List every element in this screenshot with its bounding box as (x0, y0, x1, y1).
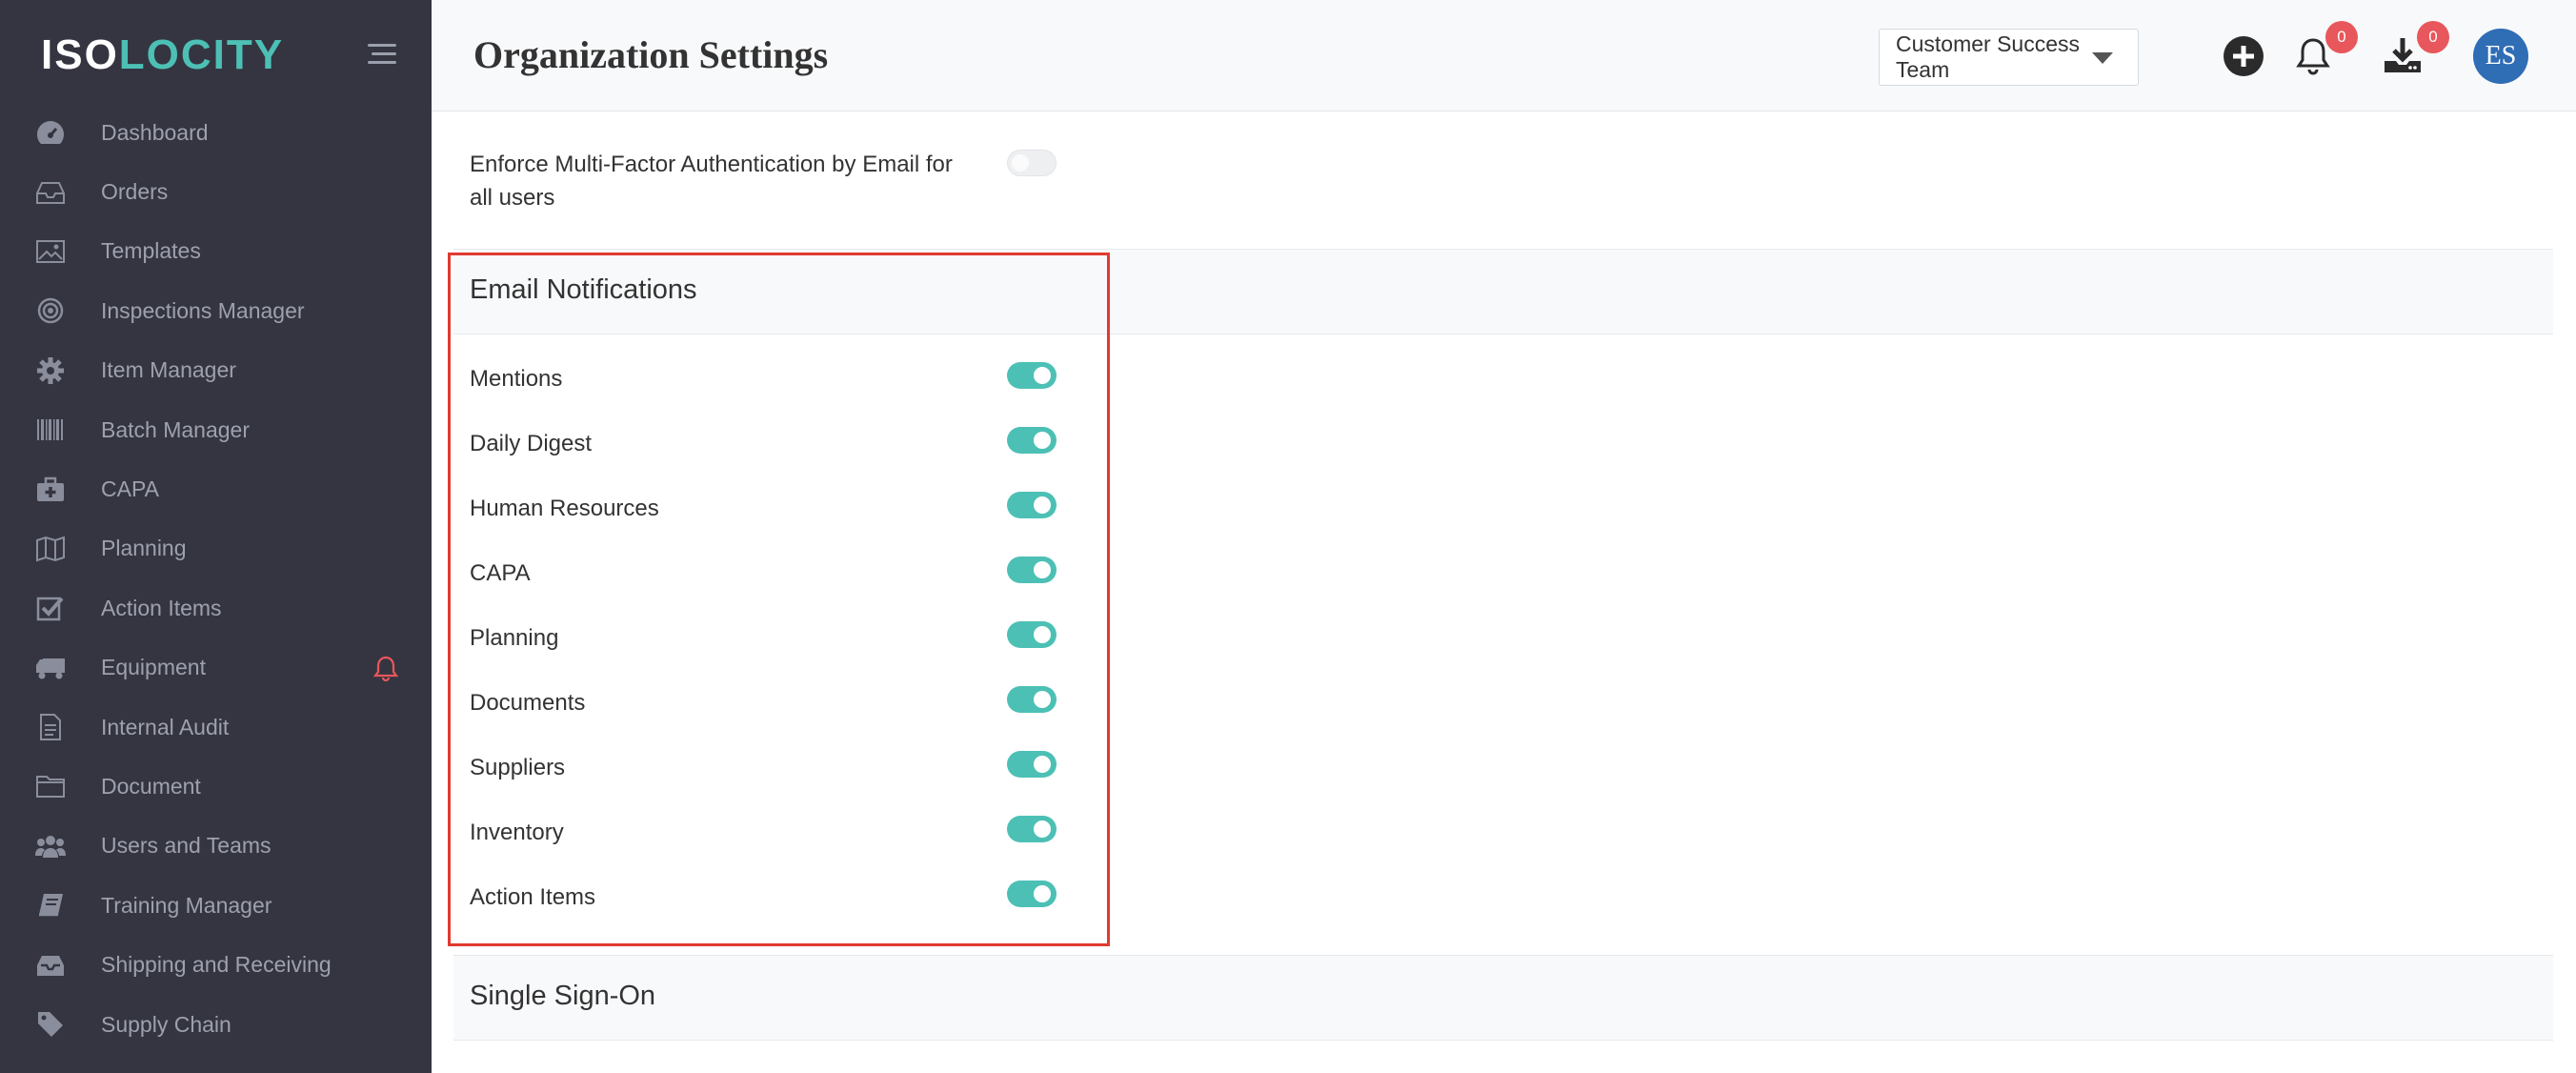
app-logo[interactable]: ISO LOCITY (41, 31, 285, 78)
sidebar-item-label: Item Manager (101, 357, 236, 383)
sidebar-item-label: Action Items (101, 595, 222, 620)
user-avatar[interactable]: ES (2473, 29, 2528, 84)
document-icon (34, 711, 67, 743)
equipment-alert-bell-icon[interactable] (372, 654, 400, 682)
inbox-icon (34, 176, 67, 209)
top-header: Organization Settings Customer Success T… (432, 0, 2576, 111)
mfa-setting-label: Enforce Multi-Factor Authentication by E… (470, 152, 953, 211)
sidebar-nav: Dashboard Orders Templates Inspections M… (0, 103, 432, 1054)
sidebar-item-equipment[interactable]: Equipment (0, 638, 432, 698)
email-notifications-list: Mentions Daily Digest Human Resources CA… (432, 353, 1098, 936)
medkit-icon (34, 474, 67, 506)
mfa-setting-row: Enforce Multi-Factor Authentication by E… (432, 111, 2576, 249)
sidebar-item-orders[interactable]: Orders (0, 162, 432, 221)
checkbox-icon (34, 592, 67, 624)
sidebar-item-inspections-manager[interactable]: Inspections Manager (0, 281, 432, 340)
sidebar-item-dashboard[interactable]: Dashboard (0, 103, 432, 162)
notification-label: Daily Digest (470, 431, 593, 456)
sidebar-item-capa[interactable]: CAPA (0, 459, 432, 518)
suppliers-toggle[interactable] (1007, 751, 1057, 778)
sidebar-item-templates[interactable]: Templates (0, 222, 432, 281)
sidebar-item-label: CAPA (101, 476, 159, 502)
logo-text-part2: LOCITY (118, 31, 285, 78)
team-select[interactable]: Customer Success Team (1879, 29, 2139, 86)
inventory-toggle[interactable] (1007, 816, 1057, 842)
sidebar-item-label: Internal Audit (101, 714, 230, 739)
sidebar-item-label: Document (101, 773, 201, 799)
sidebar-item-label: Orders (101, 179, 169, 205)
sidebar-item-label: Planning (101, 536, 187, 561)
notification-row-human-resources: Human Resources (432, 482, 1098, 547)
sidebar-item-label: Supply Chain (101, 1011, 231, 1037)
sidebar: ISO LOCITY Dashboard Orders Templates In… (0, 0, 432, 1073)
sidebar-item-document[interactable]: Document (0, 757, 432, 816)
notification-label: Suppliers (470, 755, 566, 780)
downloads-count-badge: 0 (2417, 21, 2449, 53)
sidebar-item-action-items[interactable]: Action Items (0, 578, 432, 638)
folder-icon (34, 770, 67, 802)
settings-content: Enforce Multi-Factor Authentication by E… (432, 111, 2576, 1073)
gear-icon (34, 354, 67, 387)
documents-toggle[interactable] (1007, 686, 1057, 713)
notification-row-action-items: Action Items (432, 871, 1098, 936)
target-icon (34, 294, 67, 327)
sidebar-item-label: Shipping and Receiving (101, 952, 332, 978)
truck-icon (34, 652, 67, 684)
sidebar-item-users-and-teams[interactable]: Users and Teams (0, 817, 432, 876)
notification-label: CAPA (470, 560, 531, 586)
email-notifications-header: Email Notifications (453, 249, 2553, 334)
sidebar-item-internal-audit[interactable]: Internal Audit (0, 698, 432, 757)
notification-row-capa: CAPA (432, 547, 1098, 612)
notification-row-mentions: Mentions (432, 353, 1098, 417)
notification-label: Documents (470, 690, 586, 716)
sidebar-item-item-manager[interactable]: Item Manager (0, 341, 432, 400)
section-title: Email Notifications (470, 274, 697, 305)
notification-label: Action Items (470, 884, 596, 910)
menu-toggle-icon[interactable] (364, 44, 396, 67)
users-icon (34, 830, 67, 862)
sidebar-item-label: Inspections Manager (101, 297, 305, 323)
notifications-count-badge: 0 (2325, 21, 2358, 53)
sidebar-item-label: Templates (101, 238, 201, 264)
map-icon (34, 533, 67, 565)
tag-icon (34, 1008, 67, 1041)
notification-row-planning: Planning (432, 612, 1098, 677)
add-circle-icon[interactable] (2222, 34, 2265, 78)
mentions-toggle[interactable] (1007, 362, 1057, 389)
sidebar-item-label: Equipment (101, 655, 206, 680)
notification-row-suppliers: Suppliers (432, 741, 1098, 806)
daily-digest-toggle[interactable] (1007, 427, 1057, 454)
sidebar-item-label: Users and Teams (101, 833, 272, 859)
caret-down-icon (2092, 52, 2113, 64)
sidebar-item-label: Training Manager (101, 892, 272, 918)
sidebar-item-batch-manager[interactable]: Batch Manager (0, 400, 432, 459)
sidebar-item-training-manager[interactable]: Training Manager (0, 876, 432, 935)
tray-icon (34, 949, 67, 982)
capa-toggle[interactable] (1007, 557, 1057, 583)
book-icon (34, 889, 67, 921)
dashboard-icon (34, 116, 67, 149)
notification-row-inventory: Inventory (432, 806, 1098, 871)
notification-label: Mentions (470, 366, 563, 392)
barcode-icon (34, 414, 67, 446)
image-icon (34, 235, 67, 268)
sidebar-item-shipping-and-receiving[interactable]: Shipping and Receiving (0, 935, 432, 994)
mfa-toggle[interactable] (1007, 150, 1057, 176)
sidebar-item-supply-chain[interactable]: Supply Chain (0, 995, 432, 1054)
single-sign-on-header: Single Sign-On (453, 955, 2553, 1041)
sidebar-item-label: Dashboard (101, 119, 209, 145)
notification-label: Inventory (470, 820, 564, 845)
action-items-toggle[interactable] (1007, 881, 1057, 907)
logo-text-part1: ISO (41, 31, 119, 78)
sidebar-item-planning[interactable]: Planning (0, 519, 432, 578)
section-title: Single Sign-On (470, 981, 656, 1011)
page-title: Organization Settings (473, 33, 829, 76)
sidebar-item-label: Batch Manager (101, 416, 250, 442)
human-resources-toggle[interactable] (1007, 492, 1057, 518)
planning-toggle[interactable] (1007, 621, 1057, 648)
notification-row-documents: Documents (432, 677, 1098, 741)
notification-row-daily-digest: Daily Digest (432, 417, 1098, 482)
notification-label: Planning (470, 625, 559, 651)
notification-label: Human Resources (470, 496, 659, 521)
